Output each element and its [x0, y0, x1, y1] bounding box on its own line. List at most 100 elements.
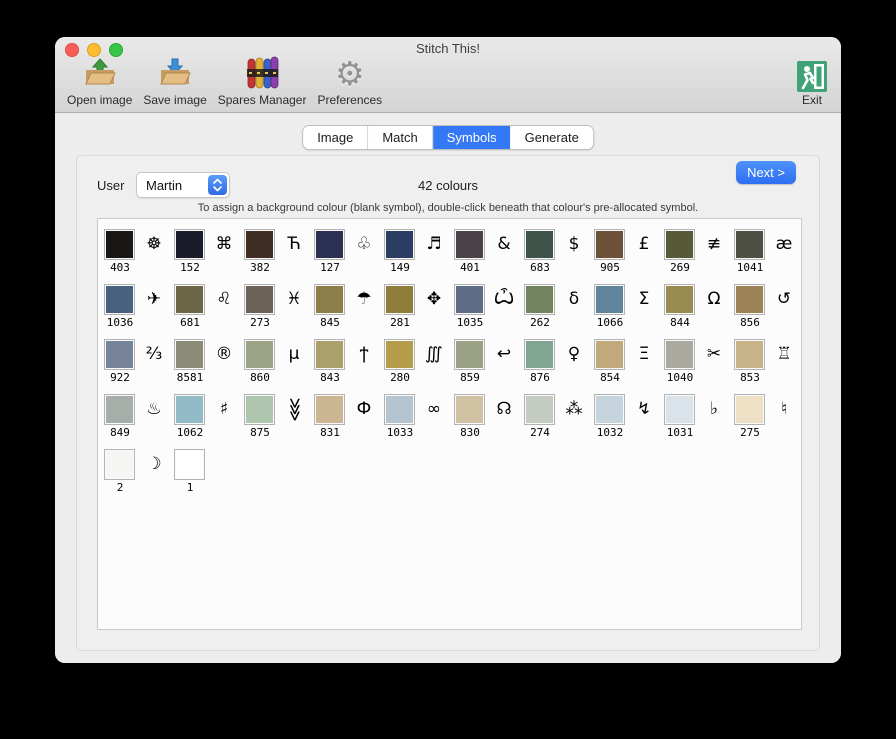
- colour-cell[interactable]: Ξ854: [594, 339, 664, 394]
- next-button[interactable]: Next >: [736, 161, 796, 184]
- toolbar-label: Preferences: [317, 93, 382, 107]
- colour-swatch[interactable]: [105, 395, 134, 424]
- colour-swatch[interactable]: [595, 230, 624, 259]
- colour-swatch[interactable]: [105, 450, 134, 479]
- colour-swatch[interactable]: [455, 230, 484, 259]
- toolbar: Open image Save image: [67, 54, 829, 107]
- colour-cell[interactable]: ↺856: [734, 284, 802, 339]
- colour-symbol: δ: [562, 286, 586, 313]
- colour-swatch[interactable]: [175, 395, 204, 424]
- tab-generate[interactable]: Generate: [511, 126, 593, 149]
- colour-cell[interactable]: 1: [174, 449, 244, 504]
- colour-cell[interactable]: µ860: [244, 339, 314, 394]
- colour-cell[interactable]: ≢269: [664, 229, 734, 284]
- colour-swatch[interactable]: [385, 285, 414, 314]
- colour-cell[interactable]: &401: [454, 229, 524, 284]
- colour-cell[interactable]: ♓273: [244, 284, 314, 339]
- colour-cell[interactable]: ♨849: [104, 394, 174, 449]
- colour-cell[interactable]: ∞1033: [384, 394, 454, 449]
- colour-cell[interactable]: ↩859: [454, 339, 524, 394]
- colour-swatch[interactable]: [665, 230, 694, 259]
- colour-cell[interactable]: ♮275: [734, 394, 802, 449]
- colour-swatch[interactable]: [105, 340, 134, 369]
- colour-cell[interactable]: Ф831: [314, 394, 384, 449]
- colour-cell[interactable]: ☂845: [314, 284, 384, 339]
- colour-swatch[interactable]: [735, 285, 764, 314]
- colour-swatch[interactable]: [665, 395, 694, 424]
- colour-cell[interactable]: ♧127: [314, 229, 384, 284]
- colour-cell[interactable]: ⌘152: [174, 229, 244, 284]
- colour-swatch[interactable]: [525, 395, 554, 424]
- tab-image[interactable]: Image: [303, 126, 368, 149]
- colour-swatch[interactable]: [175, 450, 204, 479]
- colour-symbol: ✥: [422, 286, 446, 313]
- colour-swatch[interactable]: [525, 230, 554, 259]
- colour-swatch[interactable]: [245, 230, 274, 259]
- colour-cell[interactable]: ✂1040: [664, 339, 734, 394]
- colour-cell[interactable]: ♖853: [734, 339, 802, 394]
- colour-cell[interactable]: ⁂274: [524, 394, 594, 449]
- colour-swatch[interactable]: [385, 395, 414, 424]
- colour-swatch[interactable]: [595, 395, 624, 424]
- tab-match[interactable]: Match: [368, 126, 432, 149]
- colour-swatch[interactable]: [455, 340, 484, 369]
- colour-cell[interactable]: ϯ843: [314, 339, 384, 394]
- colour-cell[interactable]: ♌681: [174, 284, 244, 339]
- preferences-button[interactable]: ⚙ Preferences: [317, 54, 382, 107]
- colour-cell[interactable]: ✥281: [384, 284, 454, 339]
- colour-swatch[interactable]: [315, 230, 344, 259]
- colour-cell[interactable]: Σ1066: [594, 284, 664, 339]
- spares-manager-button[interactable]: Spares Manager: [218, 54, 307, 107]
- colour-swatch[interactable]: [735, 230, 764, 259]
- colour-swatch[interactable]: [735, 340, 764, 369]
- colour-swatch[interactable]: [525, 340, 554, 369]
- colour-number: 922: [98, 371, 142, 384]
- colour-cell[interactable]: ✈1036: [104, 284, 174, 339]
- colour-cell[interactable]: δ262: [524, 284, 594, 339]
- colour-cell[interactable]: ®8581: [174, 339, 244, 394]
- colour-swatch[interactable]: [175, 230, 204, 259]
- colour-swatch[interactable]: [595, 340, 624, 369]
- colour-cell[interactable]: ♯1062: [174, 394, 244, 449]
- colour-cell[interactable]: ⅔922: [104, 339, 174, 394]
- colour-swatch[interactable]: [665, 340, 694, 369]
- colour-cell[interactable]: Ω844: [664, 284, 734, 339]
- colour-cell[interactable]: æ1041: [734, 229, 802, 284]
- colour-swatch[interactable]: [385, 340, 414, 369]
- colour-cell[interactable]: ☽2: [104, 449, 174, 504]
- exit-button[interactable]: Exit: [797, 54, 827, 107]
- colour-cell[interactable]: ♀876: [524, 339, 594, 394]
- colour-cell[interactable]: Ѽ1035: [454, 284, 524, 339]
- colour-cell[interactable]: ↯1032: [594, 394, 664, 449]
- colour-cell[interactable]: Ћ382: [244, 229, 314, 284]
- colour-swatch[interactable]: [175, 340, 204, 369]
- open-image-button[interactable]: Open image: [67, 54, 132, 107]
- colour-swatch[interactable]: [525, 285, 554, 314]
- save-image-button[interactable]: Save image: [143, 54, 206, 107]
- colour-swatch[interactable]: [455, 395, 484, 424]
- colour-cell[interactable]: ♬149: [384, 229, 454, 284]
- colour-swatch[interactable]: [245, 285, 274, 314]
- colour-swatch[interactable]: [455, 285, 484, 314]
- tab-symbols[interactable]: Symbols: [433, 126, 511, 149]
- colour-swatch[interactable]: [735, 395, 764, 424]
- colour-number: 875: [238, 426, 282, 439]
- colour-swatch[interactable]: [315, 395, 344, 424]
- colour-cell[interactable]: $683: [524, 229, 594, 284]
- colour-cell[interactable]: ♭1031: [664, 394, 734, 449]
- colour-swatch[interactable]: [385, 230, 414, 259]
- colour-swatch[interactable]: [105, 285, 134, 314]
- colour-cell[interactable]: ⋙875: [244, 394, 314, 449]
- colour-swatch[interactable]: [105, 230, 134, 259]
- colour-swatch[interactable]: [665, 285, 694, 314]
- colour-swatch[interactable]: [595, 285, 624, 314]
- colour-swatch[interactable]: [315, 285, 344, 314]
- colour-swatch[interactable]: [245, 340, 274, 369]
- colour-cell[interactable]: ∭280: [384, 339, 454, 394]
- colour-cell[interactable]: £905: [594, 229, 664, 284]
- colour-swatch[interactable]: [315, 340, 344, 369]
- colour-swatch[interactable]: [245, 395, 274, 424]
- colour-cell[interactable]: ☊830: [454, 394, 524, 449]
- colour-swatch[interactable]: [175, 285, 204, 314]
- colour-cell[interactable]: ☸403: [104, 229, 174, 284]
